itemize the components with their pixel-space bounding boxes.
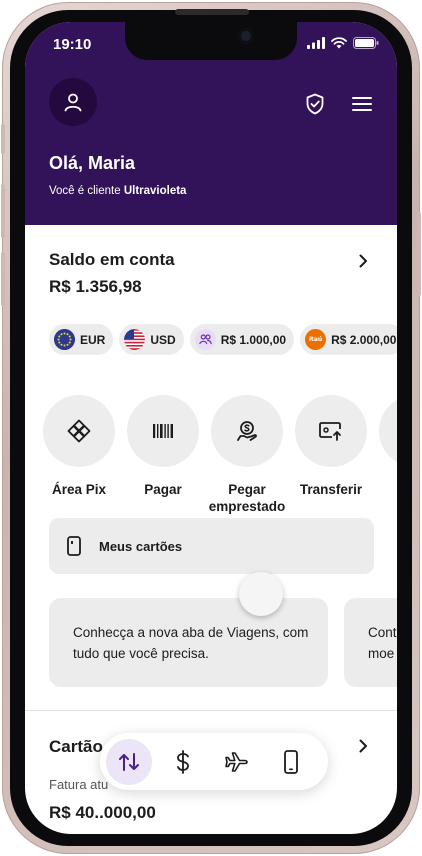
action-label: Área Pix [51, 482, 107, 497]
hamburger-menu-icon [352, 97, 372, 111]
credit-card-details-button[interactable] [356, 739, 370, 753]
currency-chip-label: R$ 1.000,00 [220, 332, 287, 347]
savings-chip[interactable]: R$ 1.000,00 [189, 324, 295, 355]
eu-flag-icon [54, 329, 75, 350]
speaker-grille [175, 9, 249, 15]
promo-card-next[interactable]: Cont moe [344, 598, 397, 687]
credit-card-title[interactable]: Cartão [49, 737, 103, 757]
action-pay-circle[interactable] [127, 395, 199, 467]
pix-icon [67, 419, 91, 443]
phone-icon [284, 749, 298, 774]
people-icon [194, 329, 216, 350]
profile-avatar-button[interactable] [49, 78, 97, 126]
my-cards-button[interactable]: Meus cartões [49, 518, 374, 574]
signal-icon [307, 37, 325, 49]
loan-hand-icon [237, 421, 257, 441]
power-button [417, 212, 421, 296]
account-header: 19:10 Olá, Maria Você é cliente Ultravio… [25, 22, 397, 225]
app-screen: 19:10 Olá, Maria Você é cliente Ultravio… [25, 22, 397, 834]
action-pix-circle[interactable] [43, 395, 115, 467]
currency-chips: EUR USD R$ 1.000,00 itaú R$ 2.000,00 [49, 324, 397, 355]
chevron-right-icon [359, 254, 367, 268]
shield-check-icon [306, 93, 324, 115]
client-prefix: Você é cliente [49, 185, 124, 197]
scroll-handle[interactable] [239, 572, 283, 616]
client-tier: Ultravioleta [123, 185, 187, 197]
client-tier-line: Você é cliente Ultravioleta [49, 185, 186, 197]
status-icons [307, 37, 379, 49]
us-flag-icon [124, 329, 146, 350]
currency-chip-label: R$ 2.000,00 [331, 332, 397, 347]
action-transfer[interactable]: Transferir [295, 395, 367, 515]
user-icon [64, 93, 82, 112]
airplane-icon [225, 751, 248, 772]
volume-up-button [1, 184, 5, 238]
invoice-label: Fatura atu [49, 777, 109, 792]
currency-chip-label: EUR [80, 332, 106, 347]
action-transfer-circle[interactable] [295, 395, 367, 467]
action-more[interactable] [379, 395, 397, 515]
menu-button[interactable] [350, 92, 374, 116]
section-divider [25, 710, 397, 711]
security-button[interactable] [303, 92, 327, 116]
nav-transfers[interactable] [106, 738, 152, 785]
balance-value: R$ 1.356,98 [49, 277, 142, 296]
currency-chip-usd[interactable]: USD [119, 324, 184, 355]
action-more-circle[interactable] [379, 395, 397, 467]
promo-card-viagens[interactable]: Conhecça a nova aba de Viagens, com tudo… [49, 598, 328, 687]
quick-actions: Área Pix Pagar Pegar emprestado Transfer… [43, 395, 397, 515]
bottom-nav [100, 733, 328, 790]
greeting-text: Olá, Maria [49, 153, 136, 173]
itau-chip[interactable]: itaú R$ 2.000,00 [300, 324, 397, 355]
transfer-icon [319, 422, 344, 442]
action-pix[interactable]: Área Pix [43, 395, 115, 515]
itau-logo-icon: itaú [305, 329, 327, 350]
barcode-icon [153, 424, 173, 438]
action-loan-circle[interactable] [211, 395, 283, 467]
action-loan[interactable]: Pegar emprestado [208, 395, 286, 515]
nav-phone[interactable] [268, 739, 314, 785]
invoice-value: R$ 40..000,00 [49, 803, 156, 822]
my-cards-label: Meus cartões [99, 538, 183, 554]
promo-text: Cont moe [368, 625, 397, 661]
nav-finance[interactable] [160, 739, 206, 785]
action-label: Pagar [144, 482, 182, 497]
action-label: Pegar emprestado [208, 482, 286, 514]
mute-switch [1, 124, 5, 154]
nav-travel[interactable] [214, 739, 260, 785]
currency-chip-eur[interactable]: EUR [49, 324, 114, 355]
dollar-icon [177, 749, 189, 774]
transfer-arrows-icon [119, 752, 139, 771]
chevron-right-icon [359, 739, 367, 753]
promo-text: Conhecça a nova aba de Viagens, com tudo… [73, 625, 309, 661]
battery-icon [353, 37, 379, 49]
card-icon [67, 536, 81, 556]
dynamic-notch [125, 22, 297, 60]
wifi-icon [331, 37, 347, 49]
volume-down-button [1, 252, 5, 306]
balance-details-button[interactable] [356, 254, 370, 268]
currency-chip-label: USD [150, 332, 176, 347]
action-pay[interactable]: Pagar [127, 395, 199, 515]
front-camera [238, 28, 254, 44]
balance-title[interactable]: Saldo em conta [49, 250, 175, 270]
action-label: Transferir [299, 482, 363, 497]
status-time: 19:10 [53, 36, 92, 53]
